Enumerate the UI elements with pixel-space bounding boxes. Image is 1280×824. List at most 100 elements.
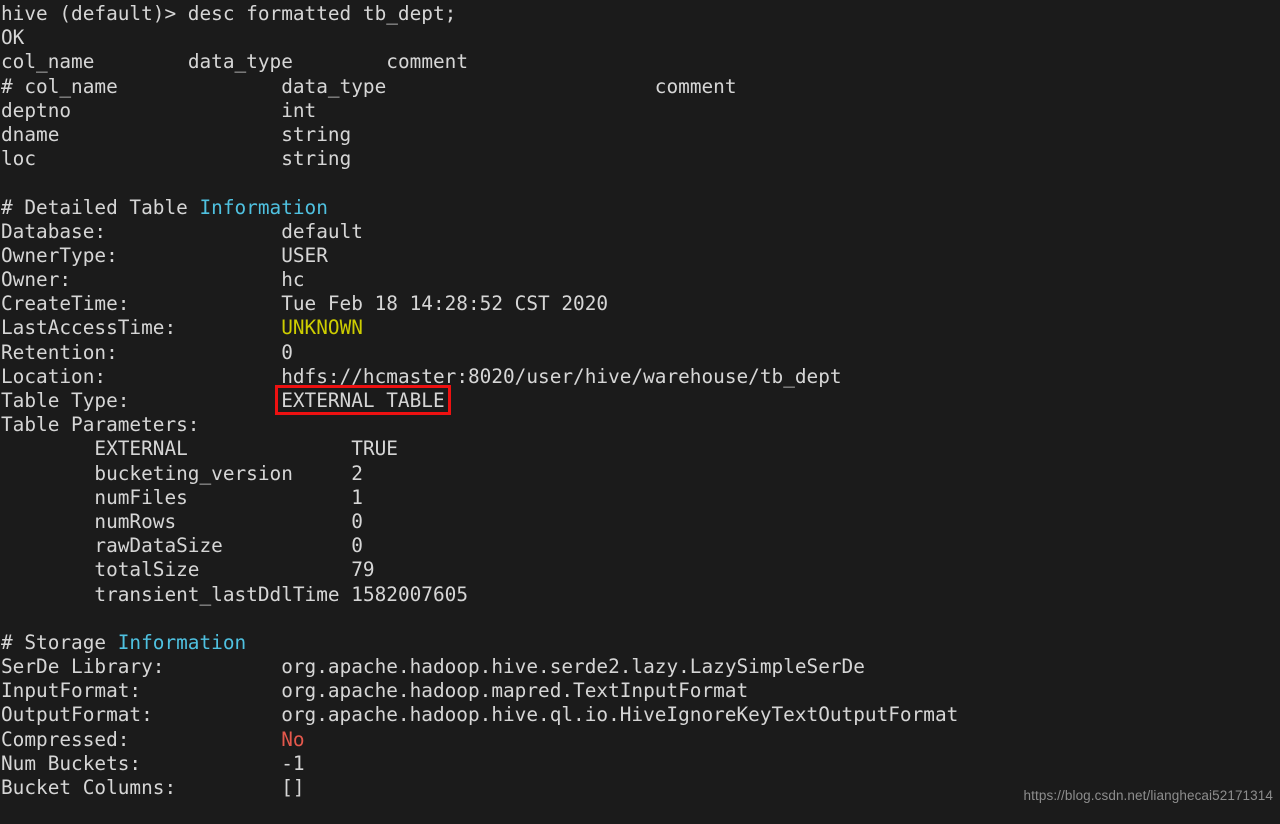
storage-row-num-buckets: Num Buckets: -1 [0, 752, 1280, 776]
storage-row-inputformat: InputFormat: org.apache.hadoop.mapred.Te… [0, 679, 1280, 703]
schema-col-name-1: dname [1, 122, 60, 146]
pad-f6 [106, 365, 281, 388]
storage-key-num-buckets: Num Buckets: [1, 751, 142, 775]
info-row-lastaccesstime: LastAccessTime: UNKNOWN [0, 316, 1280, 340]
param-row-numrows: numRows 0 [0, 510, 1280, 534]
detailed-heading-prefix: # Detailed Table [1, 195, 200, 219]
param-key-totalsize: totalSize [94, 558, 200, 582]
storage-key-bucket-columns: Bucket Columns: [1, 776, 177, 799]
storage-value-inputformat: org.apache.hadoop.mapred.TextInputFormat [281, 679, 749, 703]
storage-value-compressed: No [281, 727, 305, 751]
info-row-retention: Retention: 0 [0, 341, 1280, 365]
schema-col-type-2: string [281, 147, 352, 171]
pad-g5 [1, 558, 94, 581]
storage-value-outputformat: org.apache.hadoop.hive.ql.io.HiveIgnoreK… [281, 703, 959, 727]
pad-g4 [1, 534, 94, 557]
header-comment: comment [386, 50, 469, 74]
param-value-transient-lastddltime: 1582007605 [351, 582, 469, 606]
pad-h6 [340, 583, 352, 606]
param-key-rawdatasize: rawDataSize [94, 534, 223, 558]
info-key-createtime: CreateTime: [1, 292, 130, 316]
info-key-owner: Owner: [1, 268, 72, 292]
storage-key-compressed: Compressed: [1, 727, 130, 751]
info-row-createtime: CreateTime: Tue Feb 18 14:28:52 CST 2020 [0, 292, 1280, 316]
terminal-window[interactable]: hive (default)> desc formatted tb_dept; … [0, 0, 1280, 809]
param-row-bucketing-version: bucketing_version 2 [0, 462, 1280, 486]
info-value-database: default [281, 219, 363, 243]
info-value-lastaccesstime: UNKNOWN [281, 316, 363, 340]
info-row-owner: Owner: hc [0, 268, 1280, 292]
schema-col-type-0: int [281, 98, 317, 122]
pad-f0 [106, 220, 281, 243]
info-key-ownertype: OwnerType: [1, 243, 118, 267]
param-key-bucketing-version: bucketing_version [94, 461, 293, 485]
param-key-transient-lastddltime: transient_lastDdlTime [94, 582, 340, 606]
pad-f1 [118, 244, 281, 267]
pad-f3 [129, 292, 281, 315]
prompt-line: hive (default)> desc formatted tb_dept; [0, 2, 1280, 26]
pad-g6 [1, 583, 94, 606]
schema-row-loc: loc string [0, 147, 1280, 171]
storage-value-serde-library: org.apache.hadoop.hive.serde2.lazy.LazyS… [281, 655, 865, 679]
info-value-ownertype: USER [281, 243, 328, 267]
info-value-createtime: Tue Feb 18 14:28:52 CST 2020 [281, 292, 609, 316]
schema-col-name-0: deptno [1, 98, 72, 122]
storage-key-outputformat: OutputFormat: [1, 703, 153, 727]
info-row-ownertype: OwnerType: USER [0, 244, 1280, 268]
param-value-totalsize: 79 [351, 558, 375, 582]
shell-prompt: hive (default)> [1, 2, 188, 25]
pad-h4 [223, 534, 351, 557]
param-value-bucketing-version: 2 [351, 461, 363, 485]
pad-b [293, 50, 386, 73]
schema-col-type-1: string [281, 122, 352, 146]
table-type-highlight-box: EXTERNAL TABLE [275, 384, 452, 416]
param-value-rawdatasize: 0 [351, 534, 363, 558]
status-ok: OK [1, 26, 25, 50]
header-col-name: col_name [1, 50, 95, 74]
pad-h0 [188, 437, 351, 460]
storage-key-serde-library: SerDe Library: [1, 655, 165, 679]
param-row-rawdatasize: rawDataSize 0 [0, 534, 1280, 558]
detailed-table-information-heading: # Detailed Table Information [0, 196, 1280, 220]
pad-g1 [1, 462, 94, 485]
info-value-owner: hc [281, 268, 305, 292]
storage-row-compressed: Compressed: No [0, 728, 1280, 752]
schema-header-row: # col_name data_type comment [0, 75, 1280, 99]
pad-i3 [129, 728, 281, 751]
param-key-numrows: numRows [94, 509, 177, 533]
storage-value-bucket-columns: [] [281, 776, 305, 799]
pad-a [94, 50, 187, 73]
storage-heading-highlight: Information [117, 630, 247, 654]
info-row-location: Location: hdfs://hcmaster:8020/user/hive… [0, 365, 1280, 389]
info-key-database: Database: [1, 219, 107, 243]
pad-i0 [164, 655, 281, 678]
info-row-table-type: Table Type: EXTERNAL TABLE [0, 384, 1280, 416]
pad-d [386, 75, 655, 98]
param-key-numfiles: numFiles [94, 485, 188, 509]
pad-f7 [129, 389, 281, 412]
storage-key-inputformat: InputFormat: [1, 679, 142, 703]
header-data-type: data_type [187, 50, 293, 74]
info-key-location: Location: [1, 364, 107, 388]
info-value-retention: 0 [281, 340, 293, 364]
pad-i5 [176, 776, 281, 799]
pad-c [118, 75, 281, 98]
table-parameters-label: Table Parameters: [0, 413, 1280, 437]
pad-h1 [293, 462, 351, 485]
storage-value-num-buckets: -1 [281, 751, 305, 775]
info-key-retention: Retention: [1, 340, 118, 364]
info-key-lastaccesstime: LastAccessTime: [1, 316, 177, 340]
schema-row-deptno: deptno int [0, 99, 1280, 123]
pad-g0 [1, 437, 94, 460]
schema-header-comment: comment [654, 74, 737, 98]
schema-row-dname: dname string [0, 123, 1280, 147]
pad-f2 [71, 268, 281, 291]
storage-information-heading: # Storage Information [0, 631, 1280, 655]
pad-g2 [1, 486, 94, 509]
pad-e2 [36, 147, 281, 170]
param-value-numfiles: 1 [351, 485, 363, 509]
param-value-external: TRUE [351, 437, 398, 461]
pad-h3 [176, 510, 351, 533]
